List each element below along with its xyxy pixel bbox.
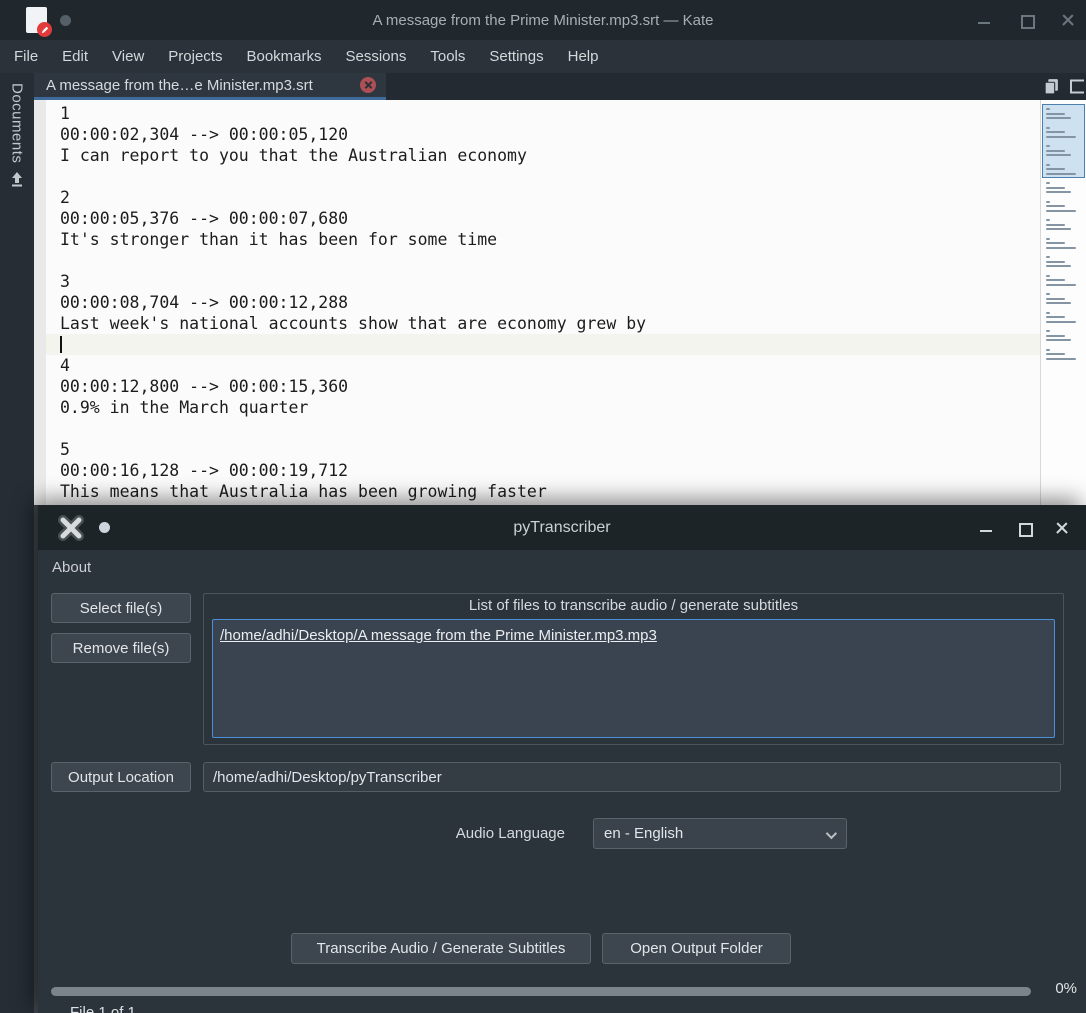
kate-menubar: File Edit View Projects Bookmarks Sessions Too… [0,40,1086,73]
upload-arrow-icon [12,172,22,187]
menu-about[interactable]: About [38,553,105,582]
progress-bar [51,987,1031,996]
maximize-button[interactable] [1018,12,1035,29]
sidebar-item-documents[interactable]: Documents [9,73,26,187]
editor-lines: 1 00:00:02,304 --> 00:00:05,120 I can repo… [46,103,1040,502]
editor-line[interactable] [46,166,1040,187]
editor-line[interactable]: 00:00:05,376 --> 00:00:07,680 [46,208,1040,229]
editor-line[interactable] [46,334,1040,355]
file-list-title: List of files to transcribe audio / gene… [468,597,799,614]
close-button[interactable] [1060,12,1076,28]
editor-line[interactable]: 3 [46,271,1040,292]
file-list[interactable]: /home/adhi/Desktop/A message from the Pr… [212,619,1055,738]
maximize-button[interactable] [1016,520,1033,537]
editor-icon-border [34,100,46,505]
audio-language-label: Audio Language [455,825,565,842]
editor-line[interactable]: Last week's national accounts show that … [46,313,1040,334]
editor-line[interactable] [46,250,1040,271]
file-counter-label: File 1 of 1 [70,1004,136,1013]
editor-line[interactable]: 2 [46,187,1040,208]
pytranscriber-app-icon [58,515,84,541]
editor-line[interactable]: 00:00:08,704 --> 00:00:12,288 [46,292,1040,313]
file-list-item[interactable]: /home/adhi/Desktop/A message from the Pr… [213,620,1054,651]
close-button[interactable] [1054,520,1070,536]
kate-window-title: A message from the Prime Minister.mp3.sr… [372,11,714,29]
menu-projects[interactable]: Projects [156,42,234,71]
tab-close-icon[interactable] [360,77,376,93]
menu-tools[interactable]: Tools [418,42,477,71]
pytranscriber-menubar: About [38,550,1086,585]
minimap-rows [1046,108,1083,367]
editor-minimap-scrollbar[interactable] [1040,100,1086,505]
menu-file[interactable]: File [2,42,50,71]
window-pin-dot [60,15,71,26]
pytranscriber-titlebar[interactable]: pyTranscriber [38,505,1086,550]
editor-line[interactable]: It's stronger than it has been for some … [46,229,1040,250]
remove-files-button[interactable]: Remove file(s) [51,633,191,663]
progress-percent: 0% [1055,980,1077,997]
file-list-groupbox: List of files to transcribe audio / gene… [203,593,1064,745]
audio-language-select[interactable]: en - English [593,818,847,849]
window-pin-dot [99,522,110,533]
menu-view[interactable]: View [100,42,156,71]
pencil-icon [37,22,52,37]
editor-line[interactable]: 00:00:12,800 --> 00:00:15,360 [46,376,1040,397]
document-tab-label: A message from the…e Minister.mp3.srt [46,76,313,94]
open-output-folder-button[interactable]: Open Output Folder [602,933,791,964]
transcribe-button[interactable]: Transcribe Audio / Generate Subtitles [291,933,591,964]
menu-edit[interactable]: Edit [50,42,100,71]
output-path-field[interactable]: /home/adhi/Desktop/pyTranscriber [203,762,1061,792]
documents-toolview-label: Documents [8,83,26,164]
kate-editor[interactable]: 1 00:00:02,304 --> 00:00:05,120 I can repo… [34,100,1040,505]
select-files-button[interactable]: Select file(s) [51,593,191,623]
editor-line[interactable]: I can report to you that the Australian … [46,145,1040,166]
editor-line[interactable]: 00:00:16,128 --> 00:00:19,712 [46,460,1040,481]
editor-line[interactable]: 0.9% in the March quarter [46,397,1040,418]
kate-app-icon [26,7,52,37]
minimize-button[interactable] [978,520,994,536]
editor-line[interactable] [46,418,1040,439]
menu-sessions[interactable]: Sessions [334,42,419,71]
text-cursor [60,336,62,353]
pytranscriber-window-title: pyTranscriber [513,518,611,536]
kate-titlebar[interactable]: A message from the Prime Minister.mp3.sr… [0,0,1086,40]
menu-settings[interactable]: Settings [477,42,555,71]
menu-bookmarks[interactable]: Bookmarks [234,42,333,71]
pytranscriber-body: Select file(s) Remove file(s) List of fi… [38,585,1086,1013]
document-tab[interactable]: A message from the…e Minister.mp3.srt [34,73,386,100]
editor-line[interactable]: 1 [46,103,1040,124]
menu-help[interactable]: Help [556,42,611,71]
documents-list-icon[interactable] [1043,78,1060,95]
audio-language-value: en - English [604,825,684,842]
split-view-icon[interactable] [1070,78,1084,95]
output-location-button[interactable]: Output Location [51,762,191,792]
pytranscriber-window: pyTranscriber About Select file(s) Remov… [38,505,1086,1013]
editor-line[interactable]: This means that Australia has been growi… [46,481,1040,502]
editor-line[interactable]: 5 [46,439,1040,460]
editor-line[interactable]: 4 [46,355,1040,376]
minimize-button[interactable] [976,12,992,28]
kate-tabbar: A message from the…e Minister.mp3.srt [34,73,1086,100]
editor-line[interactable]: 00:00:02,304 --> 00:00:05,120 [46,124,1040,145]
desktop: A message from the Prime Minister.mp3.sr… [0,0,1086,1013]
kate-left-toolview-bar: Documents [0,73,34,1013]
chevron-down-icon [825,827,838,840]
